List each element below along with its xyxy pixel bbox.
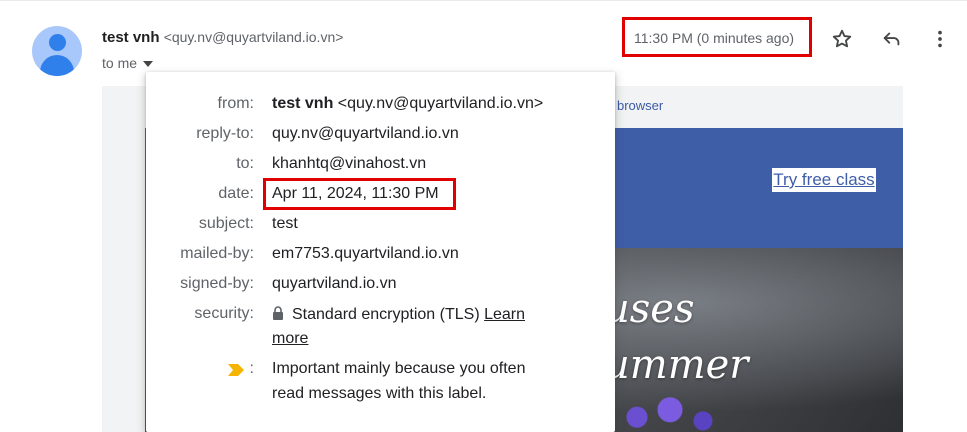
detail-label-from: from: (217, 95, 254, 112)
detail-value-to: khanhtq@vinahost.vn (272, 155, 427, 172)
reply-button[interactable] (878, 25, 906, 53)
more-options-button[interactable] (926, 25, 954, 53)
star-icon (832, 29, 852, 48)
learn-more-link-continued[interactable]: more (272, 330, 308, 347)
from-name: test vnh (272, 95, 334, 112)
hero-text-line1: uses (604, 286, 695, 332)
importance-line1: Important mainly because you often (272, 360, 526, 377)
date-highlight-box (263, 178, 456, 210)
learn-more-link-line2[interactable]: more (272, 330, 308, 348)
message-details-popup: from: test vnh <quy.nv@quyartviland.io.v… (146, 72, 615, 432)
try-free-class-button[interactable]: Try free class (772, 168, 876, 192)
detail-label-signed-by: signed-by: (180, 275, 254, 292)
sender-avatar[interactable] (32, 26, 82, 76)
detail-value-from: test vnh <quy.nv@quyartviland.io.vn> (272, 95, 543, 113)
star-button[interactable] (828, 25, 856, 53)
recipient-toggle[interactable]: to me (102, 55, 154, 71)
detail-value-security: Standard encryption (TLS) Learn (272, 305, 525, 324)
hero-text-line2: ummer (604, 342, 749, 388)
learn-more-link[interactable]: Learn (484, 306, 525, 323)
detail-value-subject: test (272, 215, 298, 232)
detail-value-signed-by: quyartviland.io.vn (272, 275, 397, 292)
detail-label-security: security: (194, 305, 254, 322)
security-text: Standard encryption (TLS) (292, 306, 480, 323)
importance-colon: : (249, 360, 254, 377)
message-time: 11:30 PM (0 minutes ago) (634, 30, 795, 46)
detail-label-to: to: (236, 155, 254, 172)
sender-address: <quy.nv@quyartviland.io.vn> (163, 29, 344, 45)
importance-line2: read messages with this label. (272, 385, 487, 402)
sender-name[interactable]: test vnh (102, 29, 160, 46)
detail-label-mailed-by: mailed-by: (180, 245, 254, 262)
lock-icon (272, 306, 284, 325)
to-me-label: to me (102, 55, 138, 71)
detail-label-importance: : (250, 360, 254, 378)
more-vert-icon (938, 30, 942, 48)
from-address: <quy.nv@quyartviland.io.vn> (337, 95, 544, 112)
detail-label-date: date: (218, 185, 254, 202)
detail-value-reply-to: quy.nv@quyartviland.io.vn (272, 125, 459, 142)
reply-icon (883, 32, 900, 46)
detail-label-reply-to: reply-to: (196, 125, 254, 142)
avatar-head-shape (49, 34, 66, 51)
avatar-body-shape (40, 55, 74, 76)
detail-value-mailed-by: em7753.quyartviland.io.vn (272, 245, 459, 262)
importance-marker-icon (228, 363, 244, 381)
flowers-decoration (615, 395, 725, 432)
detail-label-subject: subject: (198, 215, 254, 232)
top-divider (0, 0, 967, 1)
chevron-down-icon[interactable] (143, 61, 154, 67)
view-in-browser-link[interactable]: browser (617, 98, 663, 113)
sender-line: test vnh <quy.nv@quyartviland.io.vn> (102, 29, 343, 46)
